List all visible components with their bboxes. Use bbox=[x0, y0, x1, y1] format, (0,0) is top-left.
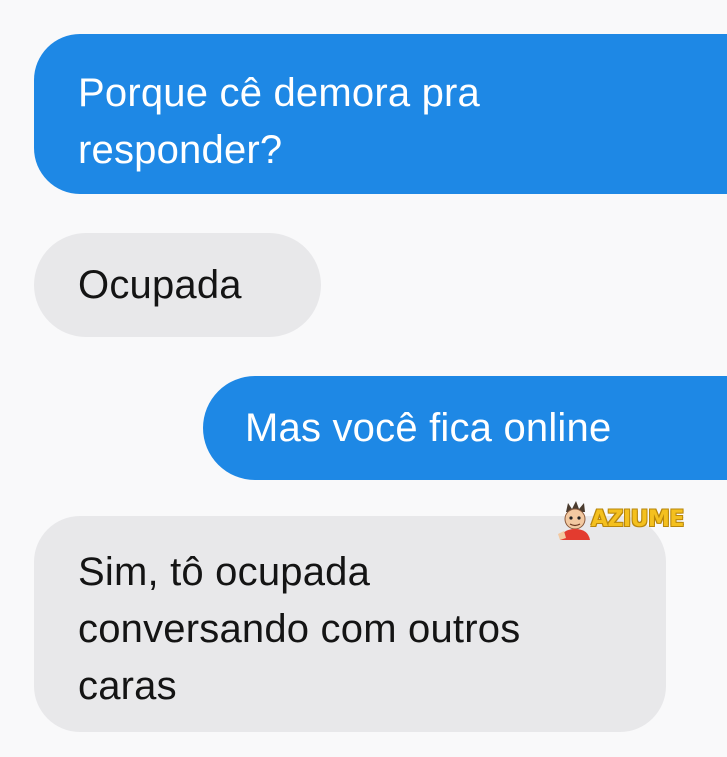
watermark-text: AZIUME bbox=[591, 507, 684, 532]
message-text: Mas você fica online bbox=[245, 406, 612, 450]
sent-message-bubble[interactable]: Mas você fica online bbox=[203, 376, 727, 480]
message-text: Sim, tô ocupada conversando com outros c… bbox=[78, 550, 521, 708]
sent-message-bubble[interactable]: Porque cê demora pra responder? bbox=[34, 34, 727, 194]
mascot-icon bbox=[558, 501, 590, 540]
message-text: Ocupada bbox=[78, 263, 242, 307]
message-text: Porque cê demora pra responder? bbox=[78, 71, 481, 172]
received-message-bubble[interactable]: Sim, tô ocupada conversando com outros c… bbox=[34, 516, 666, 732]
watermark-logo: AZIUME bbox=[556, 498, 706, 542]
received-message-bubble[interactable]: Ocupada bbox=[34, 233, 321, 337]
